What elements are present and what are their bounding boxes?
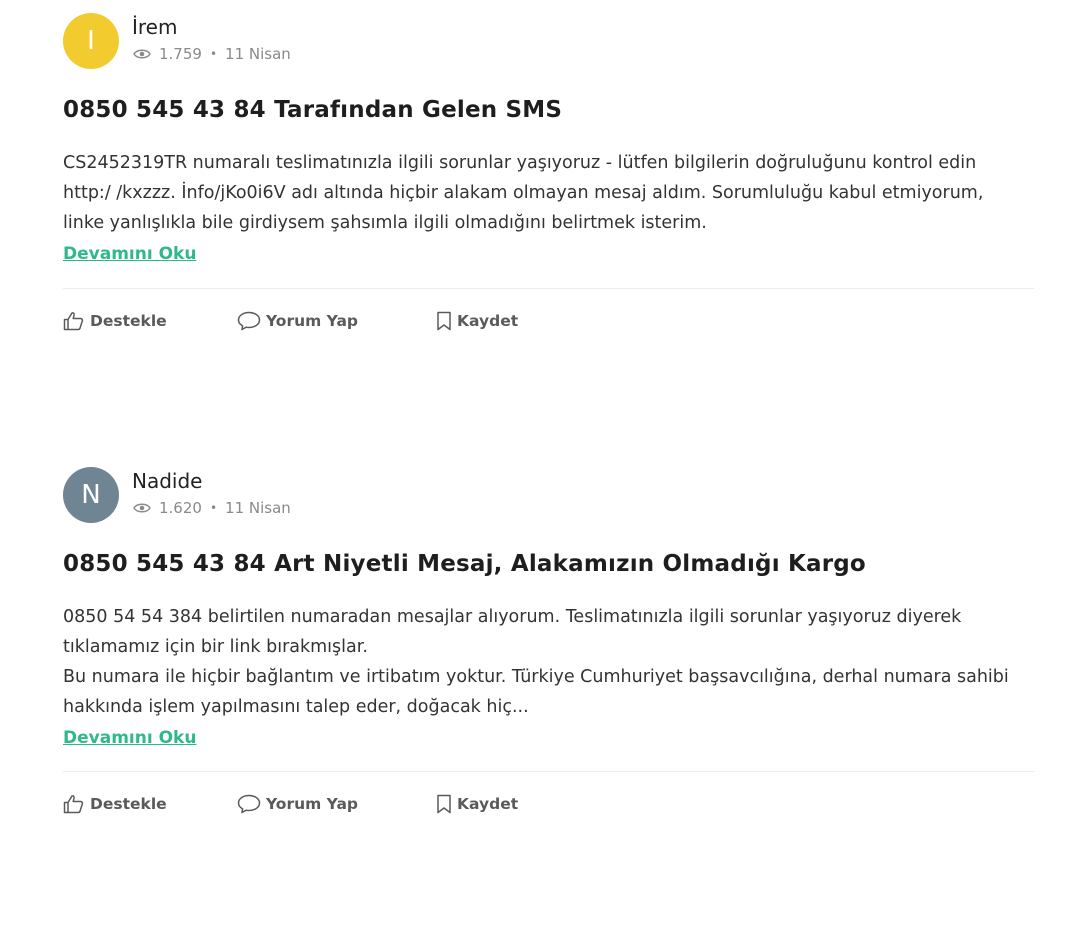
post-title[interactable]: 0850 545 43 84 Art Niyetli Mesaj, Alakam… [63, 551, 866, 577]
body-paragraph: 0850 54 54 384 belirtilen numaradan mesa… [63, 607, 962, 657]
support-button[interactable]: Destekle [63, 794, 167, 814]
meta-separator: • [209, 501, 218, 515]
save-label: Kaydet [457, 312, 519, 330]
speech-bubble-icon [237, 311, 261, 331]
view-count: 1.620 [159, 499, 202, 517]
comment-button[interactable]: Yorum Yap [237, 311, 358, 331]
post-body: 0850 54 54 384 belirtilen numaradan mesa… [63, 602, 1023, 722]
meta-separator: • [209, 47, 218, 61]
comment-button[interactable]: Yorum Yap [237, 794, 358, 814]
comment-label: Yorum Yap [266, 795, 359, 813]
read-more-link[interactable]: Devamını Oku [63, 244, 196, 264]
post-meta: 1.620 • 11 Nisan [133, 499, 291, 517]
bookmark-icon [437, 794, 451, 814]
support-button[interactable]: Destekle [63, 311, 167, 331]
thumbs-up-icon [63, 795, 84, 814]
divider [63, 771, 1034, 772]
post-body: CS2452319TR numaralı teslimatınızla ilgi… [63, 148, 1023, 238]
support-label: Destekle [90, 795, 167, 813]
save-button[interactable]: Kaydet [436, 794, 518, 814]
save-label: Kaydet [457, 795, 519, 813]
author-name[interactable]: İrem [132, 15, 177, 39]
comment-label: Yorum Yap [266, 312, 359, 330]
body-paragraph: Bu numara ile hiçbir bağlantım ve irtiba… [63, 667, 1009, 717]
speech-bubble-icon [237, 794, 261, 814]
support-label: Destekle [90, 312, 167, 330]
body-paragraph: CS2452319TR numaralı teslimatınızla ilgi… [63, 153, 984, 233]
thumbs-up-icon [63, 312, 84, 331]
avatar-letter: I [87, 26, 95, 56]
post-meta: 1.759 • 11 Nisan [133, 45, 291, 63]
eye-icon [133, 503, 151, 513]
post-date: 11 Nisan [225, 45, 291, 63]
post-date: 11 Nisan [225, 499, 291, 517]
bookmark-icon [437, 311, 451, 331]
read-more-link[interactable]: Devamını Oku [63, 728, 196, 748]
avatar-letter: N [81, 480, 101, 510]
avatar[interactable]: N [63, 467, 119, 523]
save-button[interactable]: Kaydet [436, 311, 518, 331]
post-title[interactable]: 0850 545 43 84 Tarafından Gelen SMS [63, 97, 562, 123]
divider [63, 288, 1034, 289]
author-name[interactable]: Nadide [132, 469, 202, 493]
eye-icon [133, 49, 151, 59]
avatar[interactable]: I [63, 13, 119, 69]
view-count: 1.759 [159, 45, 202, 63]
